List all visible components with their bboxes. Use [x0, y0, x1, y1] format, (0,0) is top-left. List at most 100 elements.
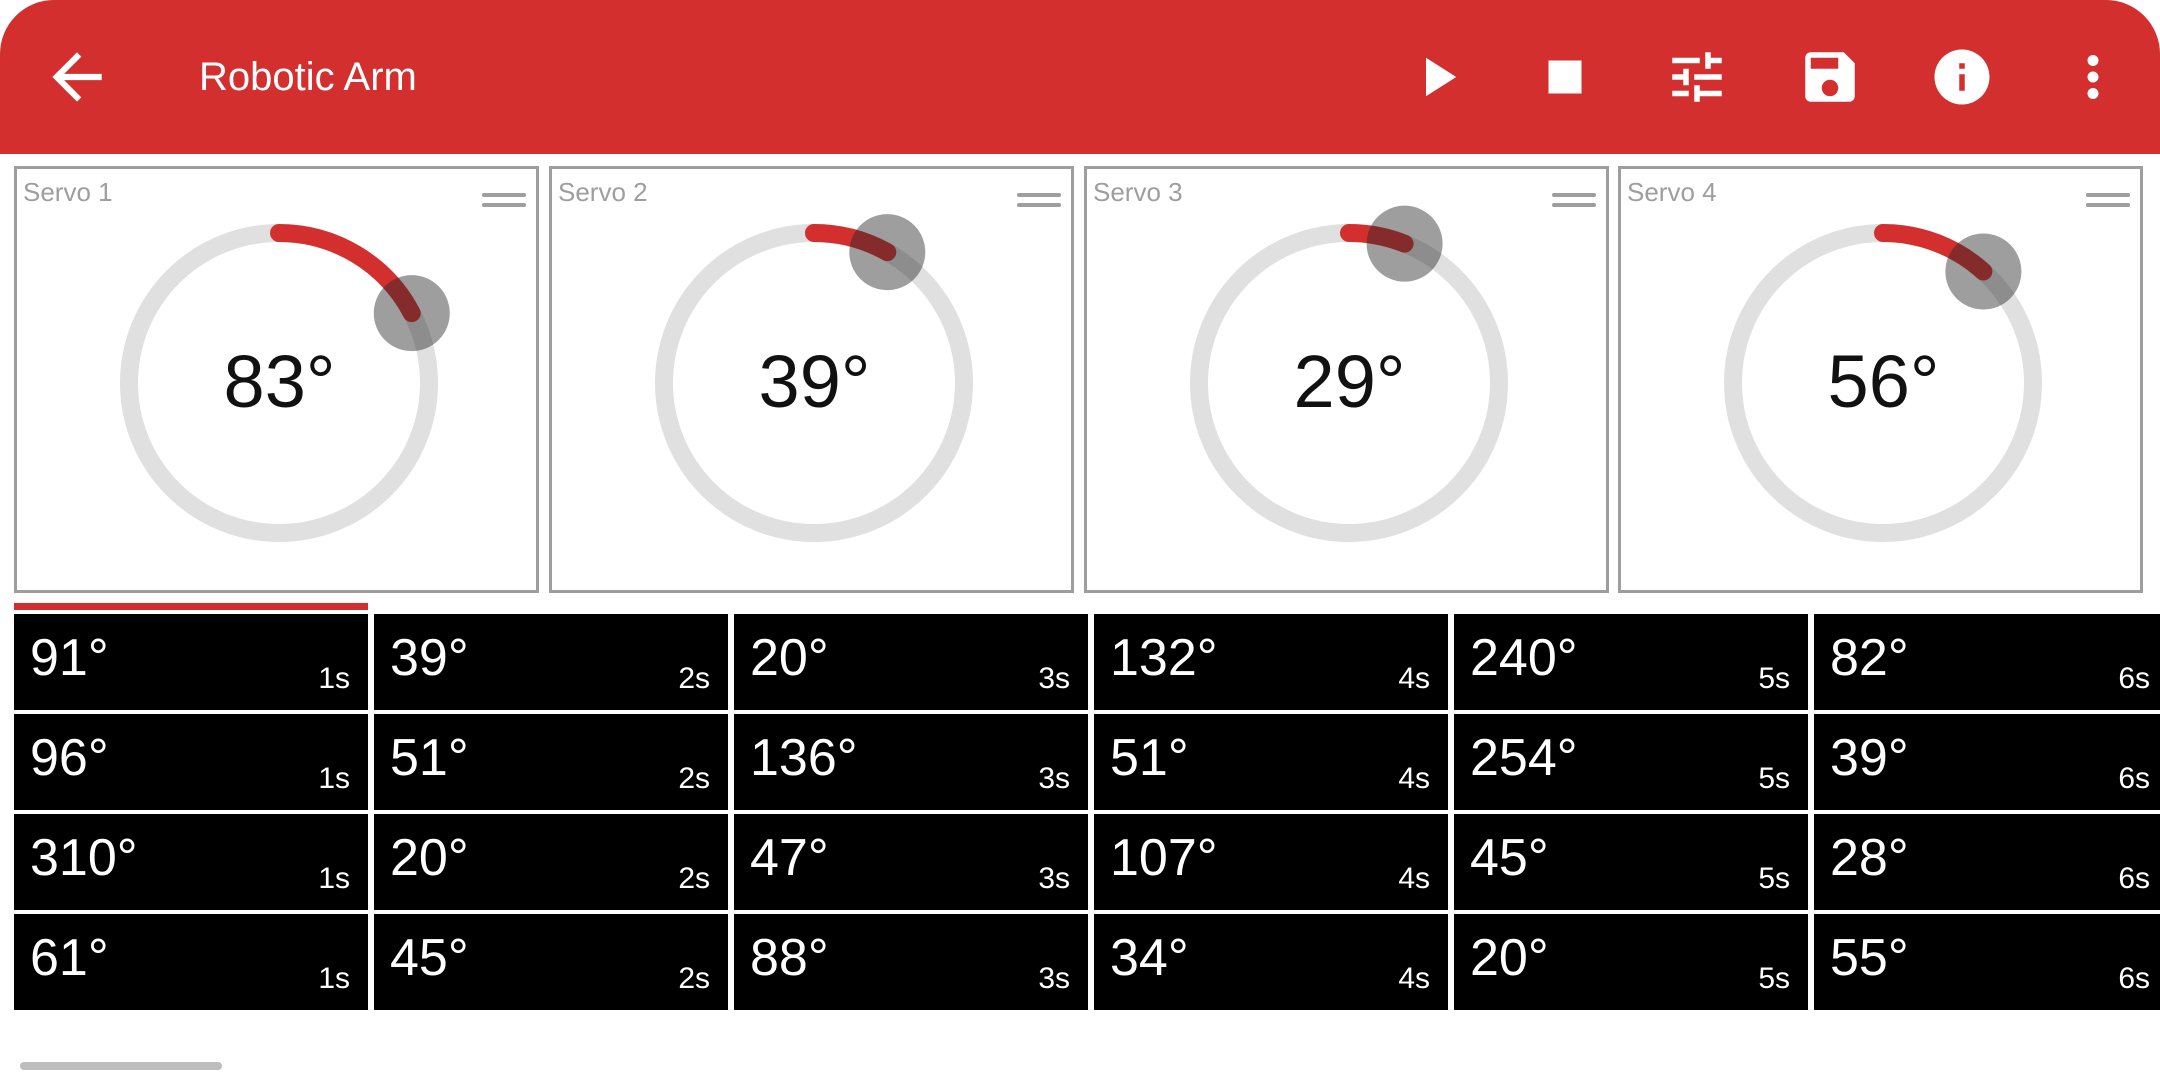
save-button[interactable]: [1797, 44, 1863, 110]
cell-time: 2s: [678, 962, 710, 995]
cell-time: 3s: [1038, 862, 1070, 895]
stop-button[interactable]: [1532, 44, 1598, 110]
cell-angle: 34°: [1110, 929, 1189, 987]
sequence-cell[interactable]: 34° 4s: [1094, 914, 1448, 1010]
sequence-cell[interactable]: 45° 5s: [1454, 814, 1808, 910]
cell-angle: 132°: [1110, 629, 1218, 687]
scroll-indicator[interactable]: [20, 1062, 222, 1070]
cell-time: 3s: [1038, 762, 1070, 795]
sequence-cell[interactable]: 55° 6s: [1814, 914, 2160, 1010]
servo-card-1: Servo 1 83°: [14, 166, 539, 593]
sequence-cell[interactable]: 20° 5s: [1454, 914, 1808, 1010]
tune-button[interactable]: [1664, 44, 1730, 110]
sequence-cell[interactable]: 61° 1s: [14, 914, 368, 1010]
cell-time: 5s: [1758, 962, 1790, 995]
tune-icon: [1672, 52, 1722, 102]
dial-knob: [1945, 233, 2022, 310]
dial-knob: [1366, 205, 1443, 282]
cell-time: 6s: [2118, 962, 2150, 995]
sequence-cell[interactable]: 132° 4s: [1094, 614, 1448, 710]
cell-time: 6s: [2118, 762, 2150, 795]
cell-time: 4s: [1398, 962, 1430, 995]
sequence-cell[interactable]: 51° 2s: [374, 714, 728, 810]
save-icon: [1805, 52, 1855, 102]
info-icon: [1934, 49, 1990, 105]
cell-angle: 136°: [750, 729, 858, 787]
cell-angle: 240°: [1470, 629, 1578, 687]
sequence-progress-bar: [14, 603, 368, 610]
servo-card-4: Servo 4 56°: [1618, 166, 2143, 593]
cell-time: 2s: [678, 862, 710, 895]
cell-angle: 55°: [1830, 929, 1909, 987]
cell-angle: 310°: [30, 829, 138, 887]
cell-time: 1s: [318, 962, 350, 995]
cell-angle: 91°: [30, 629, 109, 687]
cell-time: 5s: [1758, 762, 1790, 795]
sequence-cell[interactable]: 39° 2s: [374, 614, 728, 710]
sequence-cell[interactable]: 20° 3s: [734, 614, 1088, 710]
back-button[interactable]: [40, 40, 114, 114]
servo-angle-value: 83°: [223, 340, 336, 423]
cell-angle: 45°: [390, 929, 469, 987]
play-button[interactable]: [1404, 44, 1470, 110]
sequence-cell[interactable]: 96° 1s: [14, 714, 368, 810]
cell-angle: 254°: [1470, 729, 1578, 787]
play-icon: [1426, 57, 1457, 97]
cell-angle: 82°: [1830, 629, 1909, 687]
sequence-cell[interactable]: 107° 4s: [1094, 814, 1448, 910]
sequence-cell[interactable]: 240° 5s: [1454, 614, 1808, 710]
cell-angle: 45°: [1470, 829, 1549, 887]
info-button[interactable]: [1929, 44, 1995, 110]
cell-angle: 51°: [1110, 729, 1189, 787]
cell-time: 6s: [2118, 662, 2150, 695]
cell-angle: 61°: [30, 929, 109, 987]
cell-time: 5s: [1758, 662, 1790, 695]
arrow-back-icon: [52, 52, 102, 102]
sequence-cell[interactable]: 88° 3s: [734, 914, 1088, 1010]
cell-angle: 51°: [390, 729, 469, 787]
cell-time: 6s: [2118, 862, 2150, 895]
sequence-cell[interactable]: 47° 3s: [734, 814, 1088, 910]
cell-time: 2s: [678, 762, 710, 795]
sequence-cell[interactable]: 91° 1s: [14, 614, 368, 710]
cell-angle: 39°: [1830, 729, 1909, 787]
more-options-button[interactable]: [2060, 44, 2126, 110]
sequence-cell[interactable]: 39° 6s: [1814, 714, 2160, 810]
servo-angle-value: 29°: [1293, 340, 1406, 423]
cell-time: 2s: [678, 662, 710, 695]
cell-angle: 88°: [750, 929, 829, 987]
sequence-cell[interactable]: 310° 1s: [14, 814, 368, 910]
sequence-cell[interactable]: 82° 6s: [1814, 614, 2160, 710]
app-title: Robotic Arm: [199, 55, 417, 99]
cell-time: 1s: [318, 762, 350, 795]
sequence-cell[interactable]: 51° 4s: [1094, 714, 1448, 810]
servo-card-2: Servo 2 39°: [549, 166, 1074, 593]
cell-time: 4s: [1398, 862, 1430, 895]
cell-time: 3s: [1038, 662, 1070, 695]
stop-icon: [1548, 60, 1582, 94]
cell-angle: 39°: [390, 629, 469, 687]
sequence-cell[interactable]: 136° 3s: [734, 714, 1088, 810]
cell-angle: 28°: [1830, 829, 1909, 887]
servo-angle-value: 56°: [1827, 340, 1940, 423]
sequence-cell[interactable]: 45° 2s: [374, 914, 728, 1010]
cell-angle: 96°: [30, 729, 109, 787]
cell-time: 3s: [1038, 962, 1070, 995]
cell-angle: 47°: [750, 829, 829, 887]
dial-knob: [849, 214, 926, 291]
sequence-cell[interactable]: 28° 6s: [1814, 814, 2160, 910]
sequence-cell[interactable]: 20° 2s: [374, 814, 728, 910]
cell-angle: 20°: [750, 629, 829, 687]
cell-time: 4s: [1398, 662, 1430, 695]
more-vert-icon: [2087, 55, 2099, 99]
app-bar: Robotic Arm: [0, 0, 2160, 154]
cell-time: 4s: [1398, 762, 1430, 795]
servo-card-3: Servo 3 29°: [1084, 166, 1609, 593]
cell-time: 5s: [1758, 862, 1790, 895]
sequence-cell[interactable]: 254° 5s: [1454, 714, 1808, 810]
servo-angle-value: 39°: [758, 340, 871, 423]
cell-time: 1s: [318, 862, 350, 895]
cell-angle: 20°: [1470, 929, 1549, 987]
cell-angle: 20°: [390, 829, 469, 887]
cell-time: 1s: [318, 662, 350, 695]
